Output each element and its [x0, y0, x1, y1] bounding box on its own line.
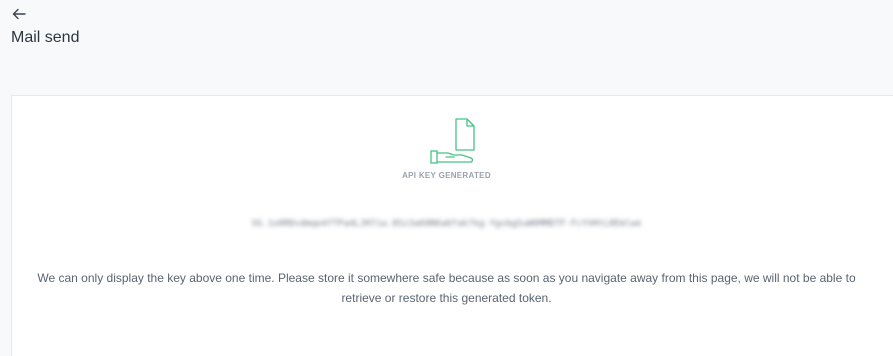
- api-key-value[interactable]: SG.1o0RDvdmqe4fTPa4LJH7iw.8Sz3a60N6a6fak…: [0, 219, 893, 229]
- hand-holding-document-icon: [430, 118, 475, 164]
- page: Mail send API KEY GENERATED SG.1o0RDvdmq…: [0, 0, 893, 356]
- one-time-display-notice: We can only display the key above one ti…: [37, 271, 856, 305]
- api-key-generated-label: API KEY GENERATED: [402, 171, 491, 180]
- page-title: Mail send: [11, 29, 80, 46]
- back-arrow-icon[interactable]: [11, 6, 27, 22]
